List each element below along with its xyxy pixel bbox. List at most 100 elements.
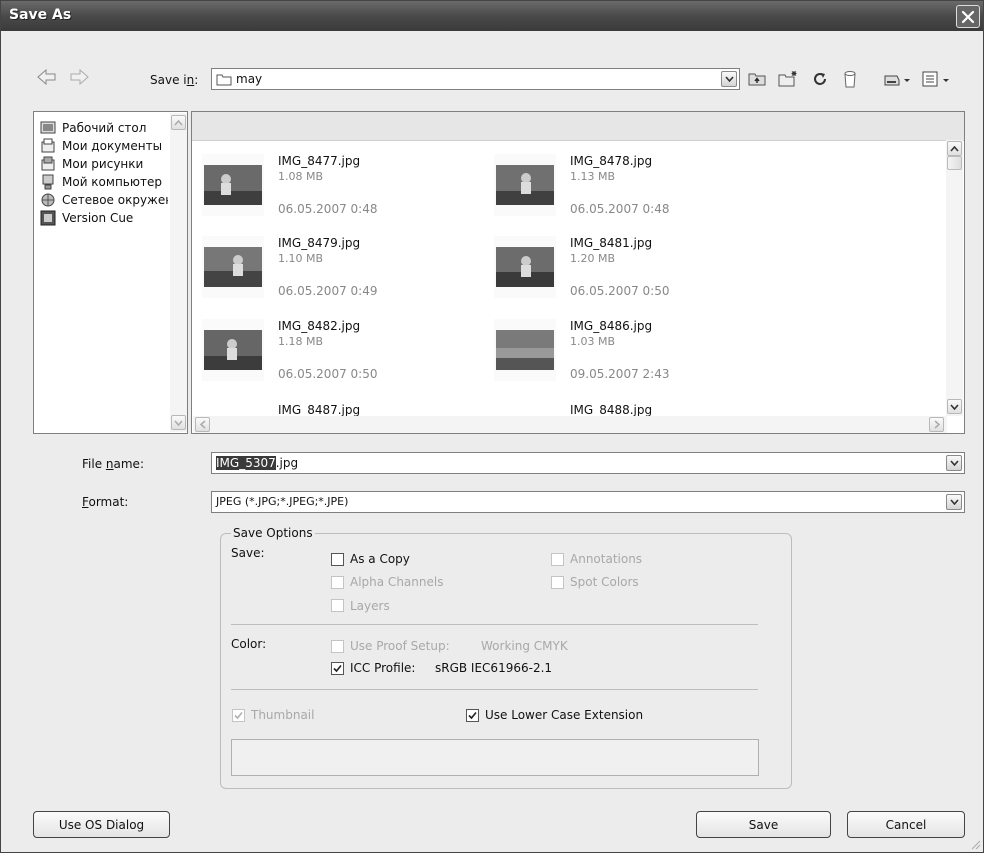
chevron-up-icon [950,145,959,152]
save-options-title: Save Options [231,526,315,540]
chevron-left-icon [199,420,205,429]
file-item[interactable]: IMG_8482.jpg 1.18 MB 06.05.2007 0:50 [202,319,492,403]
file-item[interactable]: IMG_8479.jpg 1.10 MB 06.05.2007 0:49 [202,236,492,320]
cancel-button-label: Cancel [885,817,927,832]
file-thumbnail [202,154,264,216]
file-size: 1.18 MB [278,335,324,348]
file-item[interactable]: IMG_8481.jpg 1.20 MB 06.05.2007 0:50 [494,236,784,320]
icc-profile-value: sRGB IEC61966-2.1 [435,661,553,675]
delete-button[interactable] [839,68,861,90]
sidebar-item-computer[interactable]: Мой компьютер [40,173,168,193]
file-name: IMG_8477.jpg [278,154,361,168]
save-button[interactable]: Save [696,811,831,838]
save-in-combo[interactable]: may [211,68,740,90]
chevron-up-icon [174,119,183,125]
format-label: Format: [82,495,129,509]
scroll-thumb[interactable] [947,156,962,170]
close-icon [961,10,975,23]
version-cue-button[interactable] [881,68,915,90]
file-name: IMG_8488.jpg [570,403,653,417]
file-thumbnail [494,154,556,216]
title-bar: Save As [1,1,983,31]
sidebar-item-label: Сетевое окружение [62,193,168,207]
layers-checkbox[interactable] [331,599,344,612]
sidebar-item-desktop[interactable]: Рабочий стол [40,119,168,139]
sidebar-item-network[interactable]: Сетевое окружение [40,191,168,211]
new-folder-button[interactable] [777,68,799,90]
scroll-up-button[interactable] [947,141,962,156]
save-in-label: Save in: [150,73,199,87]
file-browser-header [192,112,964,141]
sidebar-item-label: Мои рисунки [62,157,144,171]
refresh-button[interactable] [809,68,831,90]
back-button[interactable] [37,68,57,88]
scroll-up-button[interactable] [171,115,186,130]
icc-profile-checkbox[interactable] [331,662,344,675]
file-name: IMG_8487.jpg [278,403,361,417]
scroll-down-button[interactable] [171,415,186,430]
file-name: IMG_8481.jpg [570,236,653,250]
file-item[interactable]: IMG_8478.jpg 1.13 MB 06.05.2007 0:48 [494,154,784,238]
pictures-icon [41,156,55,171]
file-item[interactable]: IMG_8486.jpg 1.03 MB 09.05.2007 2:43 [494,319,784,403]
desktop-icon [40,121,56,134]
cancel-button[interactable]: Cancel [847,811,965,838]
chevron-down-icon [724,76,734,82]
message-box [231,739,759,776]
spot-colors-label: Spot Colors [570,575,639,589]
file-name: IMG_8478.jpg [570,154,653,168]
file-thumbnail [202,236,264,298]
file-item[interactable]: IMG_8477.jpg 1.08 MB 06.05.2007 0:48 [202,154,492,238]
thumbnail-checkbox[interactable] [232,709,245,722]
resize-grip-icon[interactable] [969,838,981,850]
file-date: 06.05.2007 0:50 [570,284,670,298]
sidebar-scrollbar[interactable] [170,113,187,432]
checkmark-icon [333,664,342,673]
save-in-value: may [236,72,263,86]
format-select[interactable]: JPEG (*.JPG;*.JPEG;*.JPE) [211,491,965,513]
spot-colors-checkbox[interactable] [551,576,564,589]
view-menu-button[interactable] [920,68,954,90]
refresh-icon [814,73,826,85]
file-list-hscrollbar[interactable] [193,416,947,433]
alpha-channels-checkbox[interactable] [331,576,344,589]
scroll-right-button[interactable] [929,417,944,432]
file-thumbnail [494,319,556,381]
lower-case-extension-checkbox[interactable] [466,709,479,722]
file-thumbnail [494,236,556,298]
checkmark-icon [468,711,477,720]
save-button-label: Save [748,817,779,832]
forward-arrow-icon [70,68,89,86]
sidebar-item-documents[interactable]: Мои документы [40,137,168,157]
icc-profile-label: ICC Profile: [350,661,416,675]
file-name-selected-text: IMG_5307 [216,456,276,470]
scroll-down-button[interactable] [947,399,962,414]
as-a-copy-checkbox[interactable] [331,553,344,566]
file-name-field[interactable]: IMG_5307.jpg [211,452,965,474]
chevron-down-icon [949,499,959,505]
file-date: 06.05.2007 0:48 [570,202,670,216]
up-folder-button[interactable] [746,68,768,90]
annotations-checkbox[interactable] [551,553,564,566]
file-name-dropdown-button[interactable] [946,455,962,471]
use-os-dialog-button[interactable]: Use OS Dialog [33,811,170,838]
save-in-dropdown-button[interactable] [721,71,737,87]
sidebar-item-version-cue[interactable]: Version Cue [40,209,168,229]
format-dropdown-button[interactable] [946,494,962,510]
file-name-label: File name: [82,457,144,471]
sidebar-item-label: Мой компьютер [62,175,162,189]
file-size: 1.10 MB [278,252,324,265]
forward-button[interactable] [69,68,89,88]
chevron-down-icon [949,460,959,466]
sidebar-item-pictures[interactable]: Мои рисунки [40,155,168,175]
color-label: Color: [231,637,267,651]
annotations-label: Annotations [570,552,643,566]
use-proof-setup-checkbox[interactable] [331,640,344,653]
scroll-left-button[interactable] [195,417,210,432]
checkmark-icon [234,711,243,720]
lower-case-extension-label: Use Lower Case Extension [485,708,644,722]
file-name: IMG_8479.jpg [278,236,361,250]
close-button[interactable] [956,5,980,28]
file-date: 06.05.2007 0:50 [278,367,378,381]
file-list-vscrollbar[interactable] [946,140,963,416]
